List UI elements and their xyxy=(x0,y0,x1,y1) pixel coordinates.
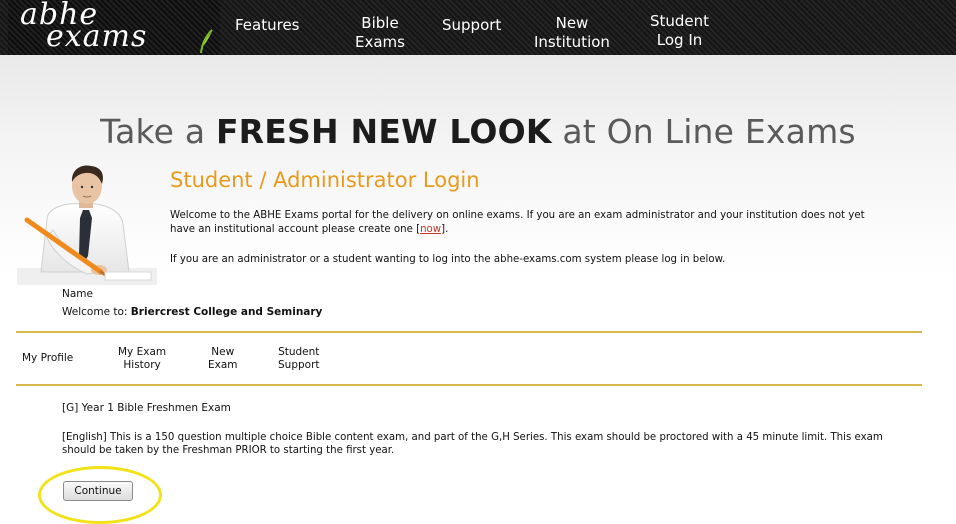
nav-support-label: Support xyxy=(442,16,502,34)
nav-support[interactable]: Support xyxy=(442,16,501,35)
bottom-divider xyxy=(16,384,922,386)
subnav-new-exam-line1: New xyxy=(211,346,235,358)
subnav-exam-history-line2: History xyxy=(123,359,161,371)
welcome-prefix: Welcome to: xyxy=(62,306,131,318)
subnav-new-exam-line2: Exam xyxy=(208,359,238,371)
admin-paragraph: If you are an administrator or a student… xyxy=(170,254,726,265)
welcome-text-end: ]. xyxy=(441,223,449,235)
institution-name: Briercrest College and Seminary xyxy=(130,306,323,318)
nav-features[interactable]: Features xyxy=(235,16,300,35)
nav-student-login-line2: Log In xyxy=(656,31,703,49)
site-logo[interactable]: abhe exams xyxy=(8,0,220,58)
hero-headline-bold: FRESH NEW LOOK xyxy=(215,112,552,151)
hero-headline-part1: Take a xyxy=(100,112,216,151)
nav-student-login-line1: Student xyxy=(650,12,710,30)
nav-new-institution-line1: New xyxy=(555,14,589,32)
welcome-text: Welcome to the ABHE Exams portal for the… xyxy=(170,210,865,235)
nav-bible-exams-line2: Exams xyxy=(355,33,405,51)
nav-new-institution[interactable]: New Institution xyxy=(534,14,610,52)
subnav-student-support-line2: Support xyxy=(278,359,320,371)
student-illustration xyxy=(17,165,157,285)
subnav-new-exam[interactable]: New Exam xyxy=(208,346,238,372)
subnav-student-support[interactable]: Student Support xyxy=(278,346,320,372)
exam-description: [English] This is a 150 question multipl… xyxy=(62,432,883,456)
hero-headline: Take a FRESH NEW LOOK at On Line Exams xyxy=(0,112,956,151)
create-account-link[interactable]: now xyxy=(420,224,441,235)
leaf-icon xyxy=(200,29,213,54)
nav-student-login[interactable]: Student Log In xyxy=(650,12,709,50)
continue-button[interactable]: Continue xyxy=(63,481,133,501)
subnav-my-profile[interactable]: My Profile xyxy=(22,352,73,365)
subnav-my-profile-label: My Profile xyxy=(22,352,74,364)
top-divider xyxy=(16,331,922,333)
login-title: Student / Administrator Login xyxy=(170,168,480,192)
nav-features-label: Features xyxy=(235,16,300,34)
welcome-paragraph: Welcome to the ABHE Exams portal for the… xyxy=(170,209,890,236)
institution-welcome: Welcome to: Briercrest College and Semin… xyxy=(62,306,322,318)
exam-title: [G] Year 1 Bible Freshmen Exam xyxy=(62,402,231,414)
hero-headline-part2: at On Line Exams xyxy=(551,112,856,151)
logo-text-line2: exams xyxy=(46,19,148,54)
subnav-exam-history-line1: My Exam xyxy=(118,346,167,358)
nav-bible-exams[interactable]: Bible Exams xyxy=(355,14,405,52)
nav-bible-exams-line1: Bible xyxy=(361,14,399,32)
subnav-student-support-line1: Student xyxy=(278,346,320,358)
user-name-label: Name xyxy=(62,288,93,300)
nav-new-institution-line2: Institution xyxy=(534,33,610,51)
subnav-exam-history[interactable]: My Exam History xyxy=(118,346,166,372)
